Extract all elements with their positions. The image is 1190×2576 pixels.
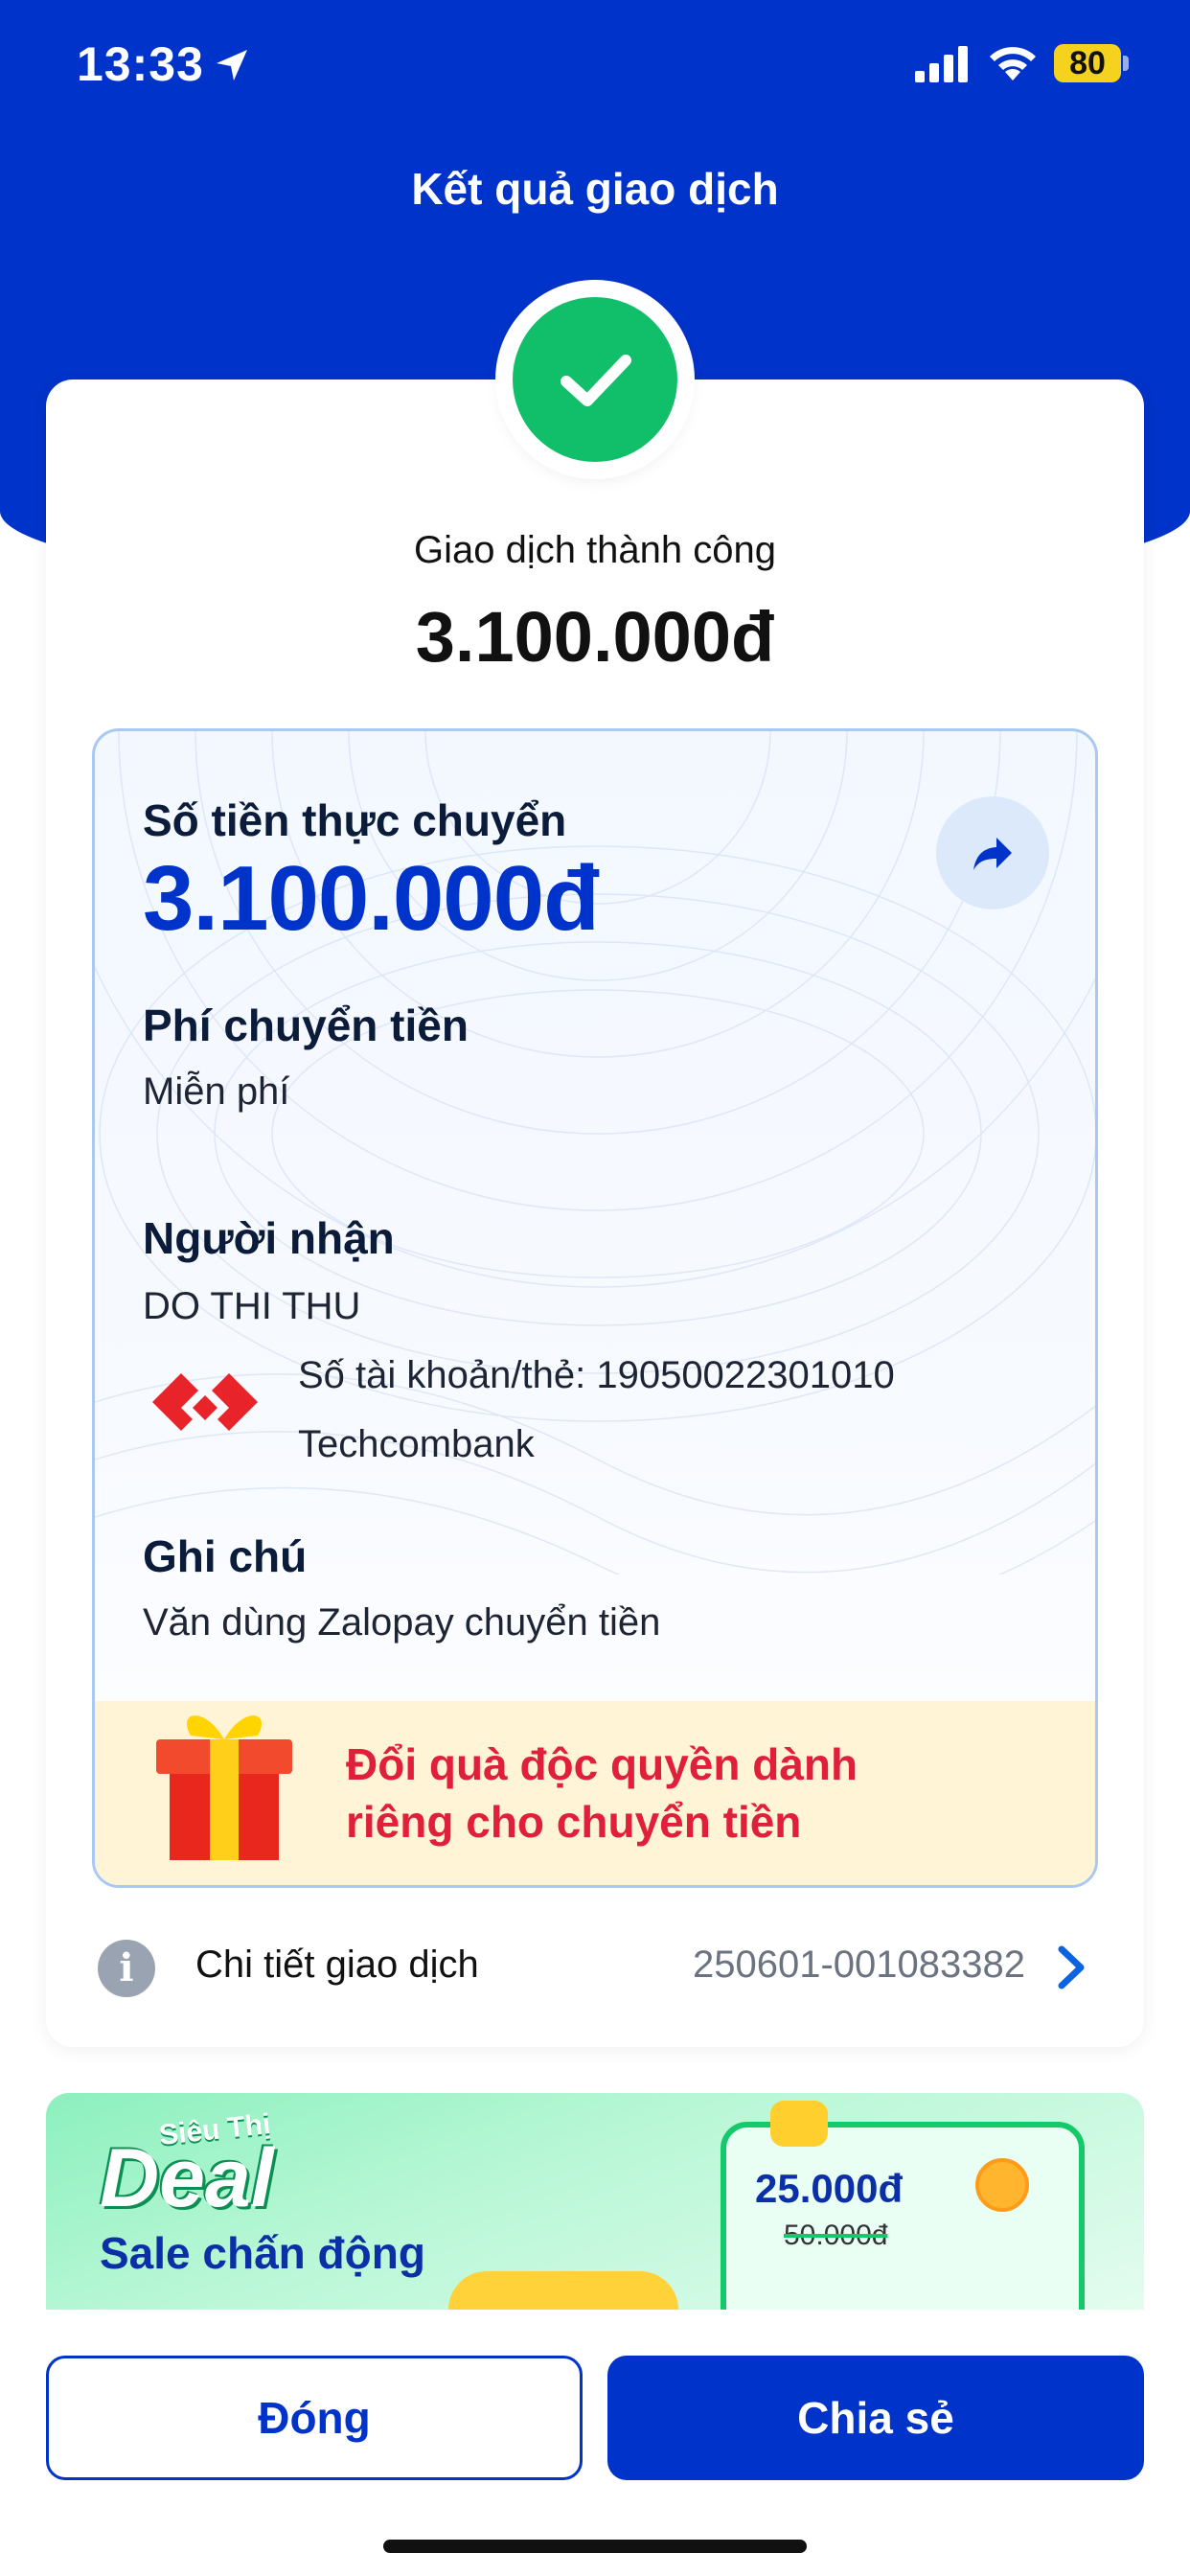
promo-text: Đổi quà độc quyền dành riêng cho chuyển … [346,1736,1017,1851]
coin-icon [975,2158,1029,2212]
battery-indicator: 80 [1054,44,1121,82]
success-circle [513,297,677,462]
success-badge [501,286,689,473]
cellular-signal-icon [915,46,968,82]
checkmark-icon [561,355,631,406]
emoji-face-icon [770,2101,828,2147]
banner-logo: Deal [100,2132,274,2224]
gift-icon [156,1715,292,1860]
battery-cap [1123,56,1129,71]
fee-value: Miễn phí [143,1070,290,1113]
share-arrow-icon [973,838,1012,870]
status-time: 13:33 [77,37,204,91]
page-title: Kết quả giao dịch [411,164,779,214]
fee-label: Phí chuyển tiền [143,1000,469,1050]
voucher-price: 25.000đ [755,2166,904,2211]
chevron-right-icon [1058,1945,1085,1990]
note-label: Ghi chú [143,1531,308,1581]
share-button[interactable] [936,796,1049,909]
actual-amount-label: Số tiền thực chuyển [143,795,567,845]
actual-amount-value: 3.100.000đ [143,847,600,950]
bottom-action-bar: Đóng Chia sẻ [0,2310,1190,2576]
deal-banner[interactable]: Siêu Thị Deal Sale chấn động 25.000đ 50.… [46,2093,1144,2313]
close-button[interactable]: Đóng [46,2356,583,2480]
account-number: Số tài khoản/thẻ: 19050022301010 [298,1354,895,1396]
home-indicator [383,2540,807,2553]
banner-subtitle: Sale chấn động [100,2228,425,2278]
share-result-button[interactable]: Chia sẻ [607,2356,1144,2480]
transfer-details-box: Số tiền thực chuyển 3.100.000đ Phí chuyể… [92,728,1098,1888]
transaction-result-screen: 13:33 80 Kết quả giao dịch Giao dịch thà… [0,0,1190,2576]
transaction-id: 250601-001083382 [692,1944,1025,1986]
promo-line-2: riêng cho chuyển tiền [346,1797,802,1847]
info-icon: i [98,1940,155,1997]
status-bar: 13:33 80 [0,0,1190,134]
bank-name: Techcombank [298,1423,535,1465]
promo-banner[interactable]: Đổi quà độc quyền dành riêng cho chuyển … [95,1701,1095,1885]
location-arrow-icon [217,50,247,80]
note-value: Văn dùng Zalopay chuyển tiền [143,1601,661,1644]
voucher-card: 25.000đ 50.000đ [721,2122,1085,2313]
wifi-icon [990,47,1036,80]
promo-line-1: Đổi quà độc quyền dành [346,1739,858,1789]
transaction-status: Giao dịch thành công [413,529,777,571]
banner-decoration [448,2271,678,2313]
recipient-name: DO THI THU [143,1285,361,1327]
voucher-old-price: 50.000đ [784,2220,888,2251]
transaction-amount: 3.100.000đ [415,597,775,677]
transaction-detail-row[interactable]: i Chi tiết giao dịch 250601-001083382 [92,1926,1098,2012]
recipient-label: Người nhận [143,1213,395,1263]
techcombank-logo-icon [152,1373,258,1431]
transaction-detail-label: Chi tiết giao dịch [195,1944,479,1986]
